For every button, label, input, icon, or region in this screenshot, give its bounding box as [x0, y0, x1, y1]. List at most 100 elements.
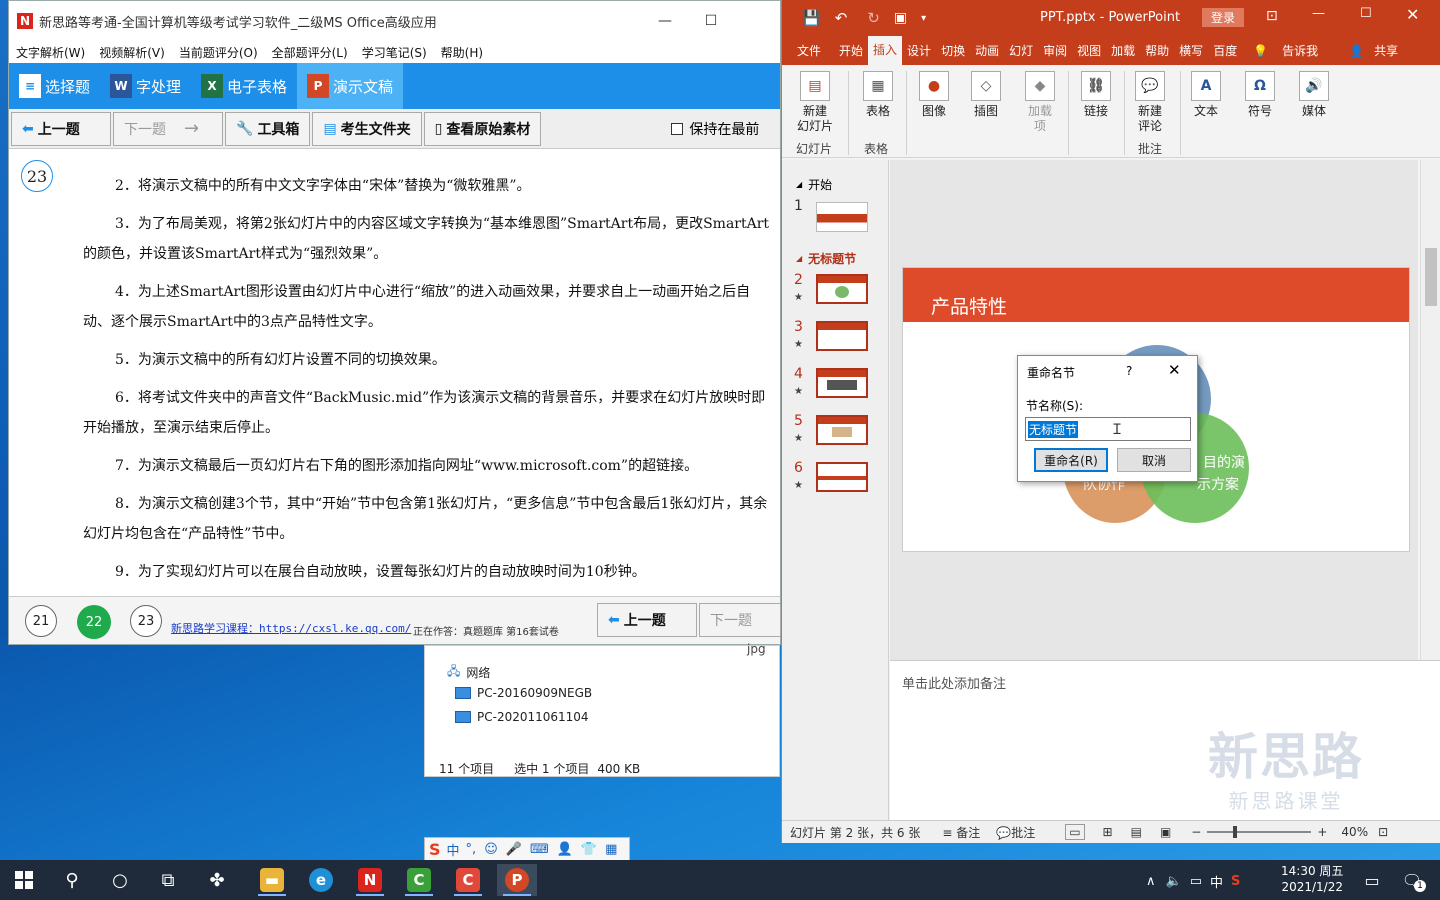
new-comment-button[interactable]: 💬 新建 评论: [1128, 71, 1172, 134]
cortana-icon[interactable]: ○: [100, 864, 140, 896]
tab-design[interactable]: 设计: [902, 42, 936, 59]
tab-addins[interactable]: 加载: [1106, 42, 1140, 59]
menu-video-analysis[interactable]: 视频解析(V): [99, 44, 165, 61]
customize-qat-icon[interactable]: ▾: [921, 13, 926, 24]
tab-insert[interactable]: 插入: [868, 36, 903, 65]
footer-prev-button[interactable]: ⬅ 上一题: [597, 603, 697, 637]
tab-review[interactable]: 审阅: [1038, 42, 1072, 59]
rename-button[interactable]: 重命名(R): [1034, 448, 1108, 472]
tree-network[interactable]: 🖧 网络: [447, 662, 490, 683]
sogou-logo-icon[interactable]: S: [429, 840, 441, 859]
page-22-button[interactable]: 22: [77, 605, 111, 639]
zoom-level[interactable]: 40%: [1341, 825, 1368, 839]
exam-folder-button[interactable]: ▤ 考生文件夹: [312, 111, 422, 146]
zoom-in-icon[interactable]: +: [1317, 825, 1327, 839]
text-button[interactable]: A 文本: [1186, 71, 1226, 119]
help-icon[interactable]: ?: [1126, 364, 1132, 378]
zoom-out-icon[interactable]: −: [1191, 825, 1201, 839]
pinwheel-app-icon[interactable]: ✤: [197, 864, 237, 896]
footer-next-button[interactable]: 下一题: [699, 603, 781, 637]
tab-view[interactable]: 视图: [1072, 42, 1106, 59]
comments-toggle[interactable]: 💬批注: [996, 824, 1035, 841]
tab-excel[interactable]: X 电子表格: [191, 63, 297, 109]
tab-file[interactable]: 文件: [792, 42, 826, 59]
login-button[interactable]: 登录: [1202, 8, 1245, 27]
course-link[interactable]: 新思路学习课程：https://cxsl.ke.qq.com/: [171, 620, 411, 636]
emoji-icon[interactable]: ☺: [484, 842, 498, 857]
reading-view-icon[interactable]: ▤: [1131, 825, 1142, 839]
section-untitled[interactable]: ◢ 无标题节: [796, 250, 856, 267]
table-button[interactable]: ▦ 表格: [858, 71, 898, 119]
maximize-icon[interactable]: ☐: [1360, 6, 1372, 21]
task-view-icon[interactable]: ⧉: [148, 864, 188, 896]
cancel-button[interactable]: 取消: [1117, 448, 1191, 472]
microphone-icon[interactable]: 🎤: [506, 842, 522, 857]
redo-icon[interactable]: ↻: [867, 9, 880, 27]
notes-pane[interactable]: 单击此处添加备注 新思路 新思路课堂: [890, 660, 1440, 820]
original-material-button[interactable]: ▯ 查看原始素材: [423, 111, 542, 146]
ime-language[interactable]: 中: [447, 840, 460, 859]
sogou-tray-icon[interactable]: S: [1231, 874, 1240, 889]
slide-thumb-2[interactable]: [816, 274, 868, 304]
red-c-app-icon[interactable]: C: [448, 864, 488, 896]
tree-pc-2[interactable]: PC-202011061104: [455, 710, 589, 724]
prev-question-button[interactable]: ⬅ 上一题: [11, 111, 111, 146]
illustrations-button[interactable]: ◇ 插图: [966, 71, 1006, 119]
edge-icon[interactable]: e: [301, 864, 341, 896]
tab-baidu[interactable]: 百度: [1208, 42, 1242, 59]
notes-toggle[interactable]: ≡ 备注: [942, 824, 980, 841]
section-name-input[interactable]: 无标题节 Ｉ: [1025, 417, 1191, 441]
fit-slide-icon[interactable]: ⊡: [1378, 825, 1388, 839]
tree-pc-1[interactable]: PC-20160909NEGB: [455, 686, 592, 700]
file-explorer-icon[interactable]: ▬: [252, 864, 292, 896]
menu-score-current[interactable]: 当前题评分(O): [179, 44, 258, 61]
action-center-icon[interactable]: 🗨 1: [1392, 864, 1432, 896]
undo-icon[interactable]: ↶: [835, 9, 848, 27]
toolbox-button[interactable]: 🔧 工具箱: [225, 111, 311, 146]
start-button[interactable]: [4, 864, 44, 896]
tab-word[interactable]: W 字处理: [100, 63, 191, 109]
slide-title[interactable]: 产品特性: [931, 292, 1007, 319]
keep-on-top-checkbox[interactable]: 保持在最前: [671, 119, 761, 139]
link-button[interactable]: ⛓ 链接: [1076, 71, 1116, 119]
tell-me-box[interactable]: 告诉我: [1277, 42, 1323, 59]
section-start[interactable]: ◢ 开始: [796, 176, 832, 193]
tab-help[interactable]: 帮助: [1140, 42, 1174, 59]
powerpoint-taskbar-icon[interactable]: P: [497, 864, 537, 896]
slide-thumb-3[interactable]: [816, 321, 868, 351]
menu-score-all[interactable]: 全部题评分(L): [272, 44, 348, 61]
next-question-button[interactable]: 下一题 →: [113, 111, 223, 146]
new-slide-button[interactable]: ▤ 新建 幻灯片: [790, 71, 840, 134]
user-icon[interactable]: 👤: [557, 842, 573, 857]
image-button[interactable]: ● 图像: [914, 71, 954, 119]
tab-home[interactable]: 开始: [834, 42, 868, 59]
ime-indicator[interactable]: 中: [1210, 872, 1223, 891]
exam-app-icon[interactable]: N: [350, 864, 390, 896]
scroll-thumb[interactable]: [1425, 248, 1437, 306]
close-icon[interactable]: ✕: [1168, 361, 1181, 379]
symbol-button[interactable]: Ω 符号: [1240, 71, 1280, 119]
skin-icon[interactable]: 👕: [581, 842, 597, 857]
slide-thumb-1[interactable]: [816, 202, 868, 232]
media-button[interactable]: 🔊 媒体: [1294, 71, 1334, 119]
chevron-up-icon[interactable]: ∧: [1146, 874, 1156, 889]
minimize-icon[interactable]: —: [642, 13, 688, 29]
tab-slideshow[interactable]: 幻灯: [1004, 42, 1038, 59]
ribbon-display-icon[interactable]: ⊡: [1266, 8, 1278, 24]
clock[interactable]: 14:30 周五 2021/1/22: [1281, 863, 1343, 895]
zoom-slider[interactable]: [1207, 826, 1312, 838]
menu-notes[interactable]: 学习笔记(S): [362, 44, 427, 61]
share-button[interactable]: 👤 共享: [1339, 42, 1408, 59]
slide-thumb-6[interactable]: [816, 462, 868, 492]
menu-text-analysis[interactable]: 文字解析(W): [16, 44, 85, 61]
volume-icon[interactable]: 🔈: [1166, 874, 1182, 889]
green-c-app-icon[interactable]: C: [399, 864, 439, 896]
minimize-icon[interactable]: —: [1312, 6, 1325, 21]
page-21-button[interactable]: 21: [25, 605, 57, 637]
tab-transitions[interactable]: 切换: [936, 42, 970, 59]
punctuation-icon[interactable]: °,: [466, 842, 477, 857]
close-icon[interactable]: ✕: [1406, 5, 1419, 24]
menu-help[interactable]: 帮助(H): [441, 44, 483, 61]
tab-horizontal[interactable]: 横写: [1174, 42, 1208, 59]
page-23-button[interactable]: 23: [130, 605, 162, 637]
